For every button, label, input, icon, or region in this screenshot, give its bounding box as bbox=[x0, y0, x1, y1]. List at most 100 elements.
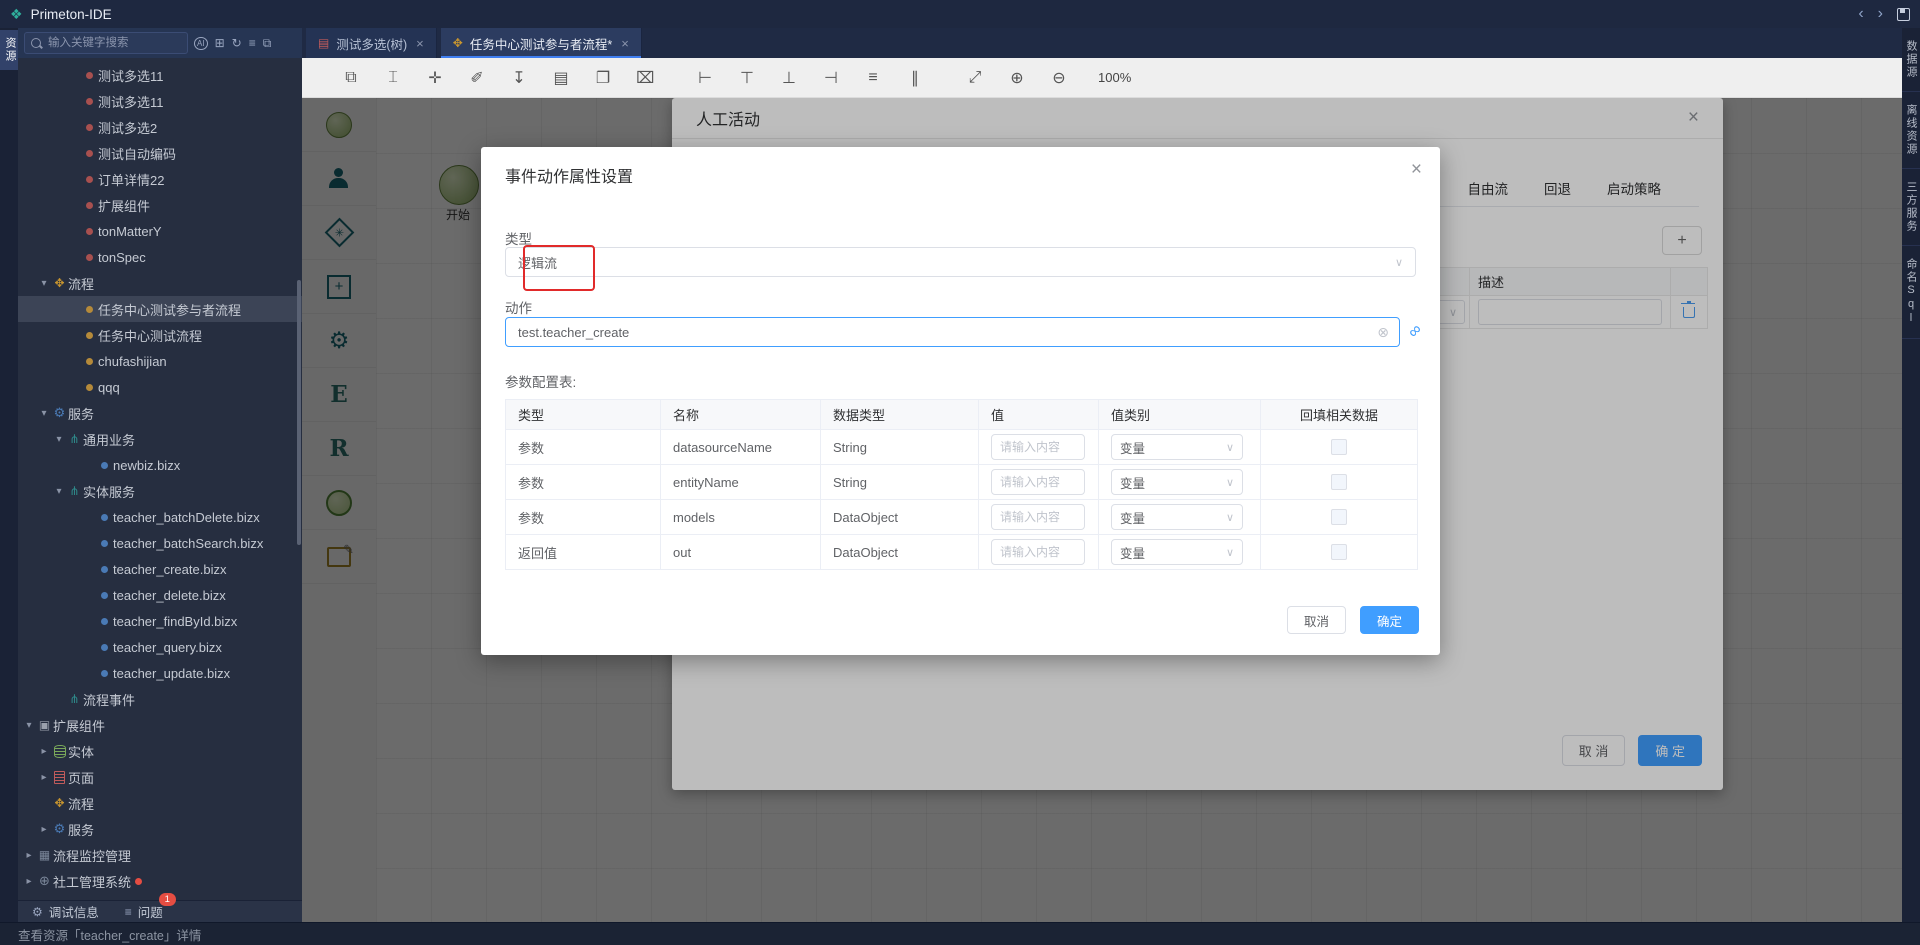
value-type-select[interactable]: 变量∨ bbox=[1111, 504, 1243, 530]
tree-item[interactable]: ▾▣扩展组件 bbox=[18, 712, 302, 738]
rail-tab-resources[interactable]: 资源 bbox=[0, 30, 20, 70]
align-left-icon[interactable]: ⊢ bbox=[696, 68, 714, 88]
expand-arrow-icon[interactable]: ▸ bbox=[22, 850, 36, 861]
tree-item[interactable]: ▸⚙服务 bbox=[18, 816, 302, 842]
value-type-select[interactable]: 变量∨ bbox=[1111, 469, 1243, 495]
expand-arrow-icon[interactable]: ▸ bbox=[37, 824, 51, 835]
refresh-icon[interactable]: ↻ bbox=[232, 36, 242, 50]
tree-item[interactable]: ▾✥流程 bbox=[18, 270, 302, 296]
align-bottom-icon[interactable]: ⊥ bbox=[780, 68, 798, 88]
backfill-checkbox[interactable] bbox=[1331, 474, 1347, 490]
tree-item[interactable]: ✥流程 bbox=[18, 790, 302, 816]
tree-item[interactable]: tonSpec bbox=[18, 244, 302, 270]
tree-item[interactable]: 扩展组件 bbox=[18, 192, 302, 218]
value-input[interactable] bbox=[991, 434, 1085, 460]
pan-icon[interactable]: ✛ bbox=[426, 68, 444, 88]
expand-arrow-icon[interactable]: ▸ bbox=[37, 746, 51, 757]
copy-icon[interactable]: ⧉ bbox=[342, 69, 360, 87]
align-right-icon[interactable]: ⊣ bbox=[822, 68, 840, 88]
tree-item[interactable]: teacher_batchDelete.bizx bbox=[18, 504, 302, 530]
align-top-icon[interactable]: ⊤ bbox=[738, 68, 756, 88]
value-type-select[interactable]: 变量∨ bbox=[1111, 539, 1243, 565]
tree-item[interactable]: ▸实体 bbox=[18, 738, 302, 764]
editor-tab[interactable]: ✥任务中心测试参与者流程*× bbox=[441, 28, 642, 58]
type-select[interactable]: 逻辑流 ∨ bbox=[505, 247, 1416, 277]
tree-item[interactable]: ▾⋔通用业务 bbox=[18, 426, 302, 452]
search-box[interactable] bbox=[24, 32, 188, 54]
tree-item[interactable]: tonMatterY bbox=[18, 218, 302, 244]
value-input[interactable] bbox=[991, 504, 1085, 530]
link-icon[interactable]: ∞ bbox=[1404, 320, 1427, 343]
tree-item[interactable]: newbiz.bizx bbox=[18, 452, 302, 478]
modal-cancel-button[interactable]: 取消 bbox=[1287, 606, 1346, 634]
duplicate-icon[interactable]: ❐ bbox=[594, 68, 612, 88]
zoom-out-icon[interactable]: ⊖ bbox=[1050, 68, 1068, 88]
value-input[interactable] bbox=[991, 469, 1085, 495]
problems-tab[interactable]: ≡ 问题 1 bbox=[125, 902, 163, 921]
tree-item[interactable]: ▸▦流程监控管理 bbox=[18, 842, 302, 868]
value-input[interactable] bbox=[991, 539, 1085, 565]
clear-icon[interactable]: ⊗ bbox=[1377, 324, 1389, 341]
tree-item[interactable]: 任务中心测试参与者流程 bbox=[18, 296, 302, 322]
tree-item[interactable]: 测试多选11 bbox=[18, 88, 302, 114]
value-type-select[interactable]: 变量∨ bbox=[1111, 434, 1243, 460]
download-icon[interactable]: ↧ bbox=[510, 68, 528, 88]
nav-back-icon[interactable]: ‹ bbox=[1858, 5, 1863, 23]
tree-item[interactable]: 订单详情22 bbox=[18, 166, 302, 192]
tree-item[interactable]: 测试多选11 bbox=[18, 62, 302, 88]
collapse-all-icon[interactable]: ≡ bbox=[249, 36, 256, 50]
document-icon[interactable]: ▤ bbox=[552, 68, 570, 88]
export-icon[interactable]: ⧉ bbox=[263, 36, 272, 51]
expand-arrow-icon[interactable]: ▾ bbox=[22, 720, 36, 731]
tree-item[interactable]: qqq bbox=[18, 374, 302, 400]
rail-tab[interactable]: 三方服务 bbox=[1901, 169, 1920, 246]
close-icon[interactable]: × bbox=[416, 36, 424, 51]
new-cube-icon[interactable]: ⊞ bbox=[215, 36, 225, 50]
tree-item[interactable]: teacher_delete.bizx bbox=[18, 582, 302, 608]
tree-item[interactable]: ▸页面 bbox=[18, 764, 302, 790]
delete-icon[interactable]: ⌧ bbox=[636, 68, 654, 88]
tree-item[interactable]: teacher_batchSearch.bizx bbox=[18, 530, 302, 556]
rail-tab[interactable]: 数据源 bbox=[1901, 28, 1920, 92]
zoom-in-icon[interactable]: ⊕ bbox=[1008, 68, 1026, 88]
format-brush-icon[interactable]: ✐ bbox=[468, 68, 486, 88]
backfill-checkbox[interactable] bbox=[1331, 439, 1347, 455]
pointer-icon[interactable]: ⌶ bbox=[384, 69, 402, 87]
tree-item[interactable]: 任务中心测试流程 bbox=[18, 322, 302, 348]
distribute-vertical-icon[interactable]: ≡ bbox=[864, 69, 882, 87]
close-icon[interactable]: × bbox=[621, 36, 629, 51]
expand-arrow-icon[interactable]: ▾ bbox=[52, 434, 66, 445]
tree-item[interactable]: teacher_create.bizx bbox=[18, 556, 302, 582]
tree-item[interactable]: teacher_findById.bizx bbox=[18, 608, 302, 634]
tree-scrollbar[interactable] bbox=[297, 280, 301, 545]
fit-view-icon[interactable]: ⤢ bbox=[966, 69, 984, 87]
backfill-checkbox[interactable] bbox=[1331, 544, 1347, 560]
expand-arrow-icon[interactable]: ▸ bbox=[37, 772, 51, 783]
search-input[interactable] bbox=[46, 36, 160, 50]
tree-item[interactable]: 测试多选2 bbox=[18, 114, 302, 140]
modal-ok-button[interactable]: 确定 bbox=[1360, 606, 1419, 634]
expand-arrow-icon[interactable]: ▾ bbox=[37, 278, 51, 289]
expand-arrow-icon[interactable]: ▾ bbox=[37, 408, 51, 419]
rail-tab[interactable]: 离线资源 bbox=[1901, 92, 1920, 169]
tree-item[interactable]: teacher_update.bizx bbox=[18, 660, 302, 686]
expand-arrow-icon[interactable]: ▸ bbox=[22, 876, 36, 887]
rail-tab[interactable]: 命名Sql bbox=[1901, 246, 1920, 339]
tree-item[interactable]: 测试自动编码 bbox=[18, 140, 302, 166]
expand-arrow-icon[interactable]: ▾ bbox=[52, 486, 66, 497]
save-icon[interactable] bbox=[1897, 8, 1910, 21]
debug-info-tab[interactable]: ⚙ 调试信息 bbox=[32, 902, 99, 921]
ai-icon[interactable]: AI bbox=[194, 37, 208, 50]
tree-item[interactable]: ▾⚙服务 bbox=[18, 400, 302, 426]
tree-item[interactable]: ▸⊕社工管理系统 bbox=[18, 868, 302, 894]
tree-item[interactable]: ▾⋔实体服务 bbox=[18, 478, 302, 504]
editor-tab[interactable]: ▤测试多选(树)× bbox=[306, 28, 437, 58]
distribute-horizontal-icon[interactable]: ∥ bbox=[906, 68, 924, 88]
tree-item[interactable]: ⋔流程事件 bbox=[18, 686, 302, 712]
tree-item[interactable]: teacher_query.bizx bbox=[18, 634, 302, 660]
nav-forward-icon[interactable]: › bbox=[1878, 5, 1883, 23]
modal-close-icon[interactable]: × bbox=[1411, 159, 1422, 181]
backfill-checkbox[interactable] bbox=[1331, 509, 1347, 525]
tree-item[interactable]: chufashijian bbox=[18, 348, 302, 374]
action-input[interactable] bbox=[516, 324, 1377, 341]
